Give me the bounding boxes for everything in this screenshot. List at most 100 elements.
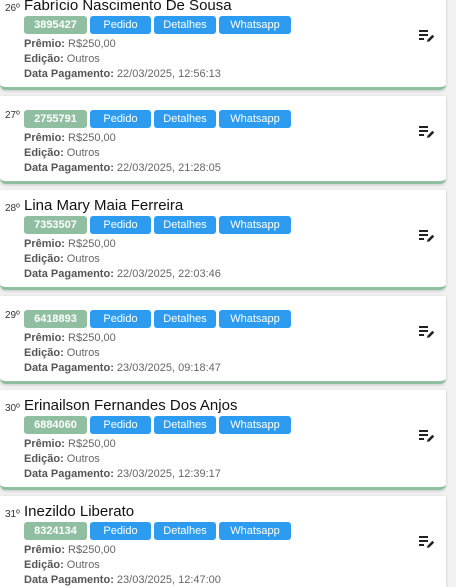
whatsapp-button[interactable]: Whatsapp — [219, 110, 291, 128]
rank-number: 30º — [5, 403, 20, 414]
data-pagamento-info: Data Pagamento: 22/03/2025, 12:56:13 — [24, 68, 221, 80]
field-value: Outros — [66, 559, 100, 571]
pedido-button[interactable]: Pedido — [90, 16, 151, 34]
winner-card: 29º 6418893 Pedido Detalhes Whatsapp Prêmio: … — [0, 296, 446, 384]
field-value: R$250,00 — [68, 38, 116, 50]
field-value: 23/03/2025, 12:47:00 — [116, 574, 221, 586]
pedido-button[interactable]: Pedido — [90, 216, 151, 234]
edicao-info: Edição: Outros — [24, 559, 100, 571]
field-label: Prêmio: — [24, 438, 65, 450]
field-label: Prêmio: — [24, 238, 65, 250]
detalhes-button[interactable]: Detalhes — [154, 310, 216, 328]
premio-info: Prêmio: R$250,00 — [24, 332, 116, 344]
playlist-edit-icon[interactable] — [419, 229, 435, 243]
playlist-edit-icon[interactable] — [419, 429, 435, 443]
action-buttons: 6418893 Pedido Detalhes Whatsapp — [24, 310, 291, 328]
detalhes-button[interactable]: Detalhes — [154, 522, 216, 540]
winner-name: Inezildo Liberato — [24, 503, 135, 520]
pedido-button[interactable]: Pedido — [90, 522, 151, 540]
field-value: R$250,00 — [68, 132, 116, 144]
field-value: 23/03/2025, 09:18:47 — [116, 362, 221, 374]
data-pagamento-info: Data Pagamento: 22/03/2025, 21:28:05 — [24, 162, 221, 174]
field-label: Data Pagamento: — [24, 68, 114, 80]
pedido-button[interactable]: Pedido — [90, 416, 151, 434]
field-value: 22/03/2025, 22:03:46 — [116, 268, 221, 280]
ticket-code-badge: 8324134 — [24, 522, 87, 540]
action-buttons: 2755791 Pedido Detalhes Whatsapp — [24, 110, 291, 128]
field-label: Edição: — [24, 147, 64, 159]
field-value: R$250,00 — [68, 438, 116, 450]
field-value: R$250,00 — [68, 544, 116, 556]
field-value: Outros — [66, 147, 100, 159]
field-value: Outros — [66, 453, 100, 465]
field-value: R$250,00 — [68, 238, 116, 250]
ticket-code-badge: 2755791 — [24, 110, 87, 128]
whatsapp-button[interactable]: Whatsapp — [219, 416, 291, 434]
detalhes-button[interactable]: Detalhes — [154, 16, 216, 34]
rank-number: 27º — [5, 110, 20, 121]
field-label: Data Pagamento: — [24, 362, 114, 374]
action-buttons: 6884060 Pedido Detalhes Whatsapp — [24, 416, 291, 434]
edicao-info: Edição: Outros — [24, 347, 100, 359]
rank-number: 31º — [5, 509, 20, 520]
field-label: Edição: — [24, 53, 64, 65]
field-label: Data Pagamento: — [24, 574, 114, 586]
whatsapp-button[interactable]: Whatsapp — [219, 216, 291, 234]
field-value: Outros — [66, 53, 100, 65]
detalhes-button[interactable]: Detalhes — [154, 216, 216, 234]
winner-card: 26º Fabrício Nascimento De Sousa 3895427 Pe… — [0, 0, 446, 90]
winner-card: 28º Lina Mary Maia Ferreira 7353507 Pedido D… — [0, 190, 446, 290]
field-value: Outros — [66, 253, 100, 265]
playlist-edit-icon[interactable] — [419, 29, 435, 43]
rank-number: 26º — [5, 3, 20, 14]
pedido-button[interactable]: Pedido — [90, 310, 151, 328]
field-label: Data Pagamento: — [24, 162, 114, 174]
rank-number: 29º — [5, 310, 20, 321]
playlist-edit-icon[interactable] — [419, 325, 435, 339]
premio-info: Prêmio: R$250,00 — [24, 238, 116, 250]
playlist-edit-icon[interactable] — [419, 535, 435, 549]
detalhes-button[interactable]: Detalhes — [154, 110, 216, 128]
data-pagamento-info: Data Pagamento: 23/03/2025, 12:39:17 — [24, 468, 221, 480]
field-label: Prêmio: — [24, 332, 65, 344]
action-buttons: 8324134 Pedido Detalhes Whatsapp — [24, 522, 291, 540]
edicao-info: Edição: Outros — [24, 147, 100, 159]
premio-info: Prêmio: R$250,00 — [24, 132, 116, 144]
whatsapp-button[interactable]: Whatsapp — [219, 522, 291, 540]
ticket-code-badge: 3895427 — [24, 16, 87, 34]
whatsapp-button[interactable]: Whatsapp — [219, 310, 291, 328]
action-buttons: 3895427 Pedido Detalhes Whatsapp — [24, 16, 291, 34]
winner-card: 27º 2755791 Pedido Detalhes Whatsapp Prêmio: … — [0, 96, 446, 184]
field-label: Edição: — [24, 559, 64, 571]
rank-number: 28º — [5, 203, 20, 214]
ticket-code-badge: 6884060 — [24, 416, 87, 434]
playlist-edit-icon[interactable] — [419, 125, 435, 139]
winners-list: 26º Fabrício Nascimento De Sousa 3895427 Pe… — [0, 0, 456, 587]
field-label: Data Pagamento: — [24, 468, 114, 480]
field-label: Prêmio: — [24, 544, 65, 556]
field-label: Edição: — [24, 453, 64, 465]
edicao-info: Edição: Outros — [24, 253, 100, 265]
field-value: R$250,00 — [68, 332, 116, 344]
field-label: Data Pagamento: — [24, 268, 114, 280]
winner-card: 31º Inezildo Liberato 8324134 Pedido Detalhe… — [0, 496, 446, 587]
data-pagamento-info: Data Pagamento: 23/03/2025, 09:18:47 — [24, 362, 221, 374]
data-pagamento-info: Data Pagamento: 22/03/2025, 22:03:46 — [24, 268, 221, 280]
field-value: 22/03/2025, 12:56:13 — [116, 68, 221, 80]
pedido-button[interactable]: Pedido — [90, 110, 151, 128]
edicao-info: Edição: Outros — [24, 453, 100, 465]
winner-name: Erinailson Fernandes Dos Anjos — [24, 397, 238, 414]
winner-name: Lina Mary Maia Ferreira — [24, 197, 184, 214]
field-label: Edição: — [24, 347, 64, 359]
winner-name: Fabrício Nascimento De Sousa — [24, 0, 232, 14]
action-buttons: 7353507 Pedido Detalhes Whatsapp — [24, 216, 291, 234]
whatsapp-button[interactable]: Whatsapp — [219, 16, 291, 34]
premio-info: Prêmio: R$250,00 — [24, 438, 116, 450]
field-label: Prêmio: — [24, 132, 65, 144]
ticket-code-badge: 6418893 — [24, 310, 87, 328]
field-label: Edição: — [24, 253, 64, 265]
winner-card: 30º Erinailson Fernandes Dos Anjos 6884060… — [0, 390, 446, 490]
premio-info: Prêmio: R$250,00 — [24, 544, 116, 556]
premio-info: Prêmio: R$250,00 — [24, 38, 116, 50]
detalhes-button[interactable]: Detalhes — [154, 416, 216, 434]
